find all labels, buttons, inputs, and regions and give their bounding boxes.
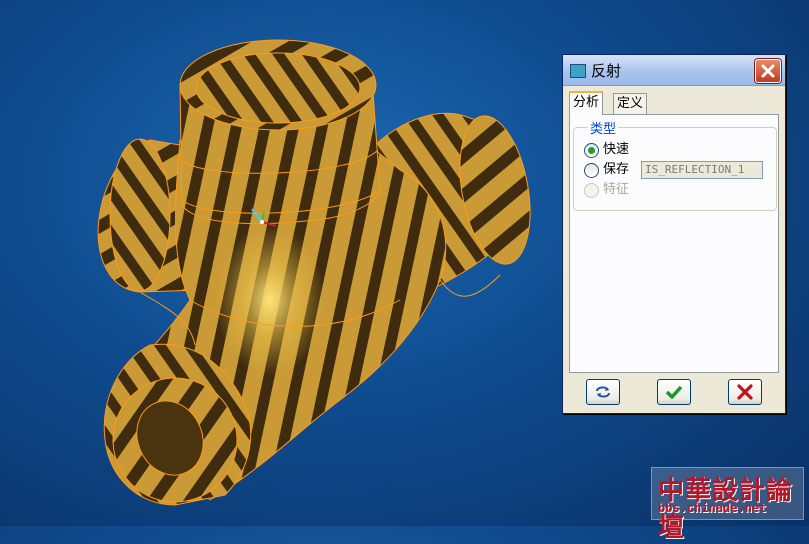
feature-label: 特征	[603, 182, 630, 197]
feature-radio	[584, 183, 599, 198]
close-button[interactable]	[755, 59, 781, 83]
tab-analysis[interactable]: 分析	[569, 91, 604, 115]
close-x-icon	[737, 384, 753, 400]
check-icon	[665, 385, 683, 399]
tab-definition[interactable]: 定义	[613, 93, 648, 114]
close-icon	[761, 64, 775, 78]
tab-panel: 类型 快速 保存 IS_REFLECTION_1 特征	[569, 114, 779, 373]
reflection-dialog: 反射 分析 定义 类型 快速 保存 IS_REFLECTION_1 特征	[562, 54, 786, 414]
save-radio[interactable]	[584, 163, 599, 178]
forum-watermark: 中華設計論壇 bbs.chinade.net	[651, 467, 804, 543]
type-group-label: 类型	[588, 118, 619, 137]
watermark-url: bbs.chinade.net	[658, 501, 767, 515]
type-group: 类型 快速 保存 IS_REFLECTION_1 特征	[573, 118, 777, 211]
dialog-titlebar[interactable]: 反射	[563, 55, 785, 86]
tab-bar: 分析 定义	[569, 91, 779, 115]
quick-radio[interactable]	[584, 143, 599, 158]
reflection-name-input[interactable]: IS_REFLECTION_1	[641, 161, 763, 179]
ok-button[interactable]	[657, 379, 691, 405]
cancel-button[interactable]	[728, 379, 762, 405]
quick-label: 快速	[603, 142, 630, 157]
top-pipe-bore	[195, 52, 361, 124]
refresh-icon	[596, 386, 610, 398]
left-branch-end	[109, 138, 171, 292]
window-icon	[570, 64, 586, 78]
dialog-title: 反射	[591, 62, 622, 80]
t-pipe-model[interactable]	[93, 39, 541, 522]
save-label: 保存	[603, 162, 630, 177]
refresh-button[interactable]	[586, 379, 620, 405]
